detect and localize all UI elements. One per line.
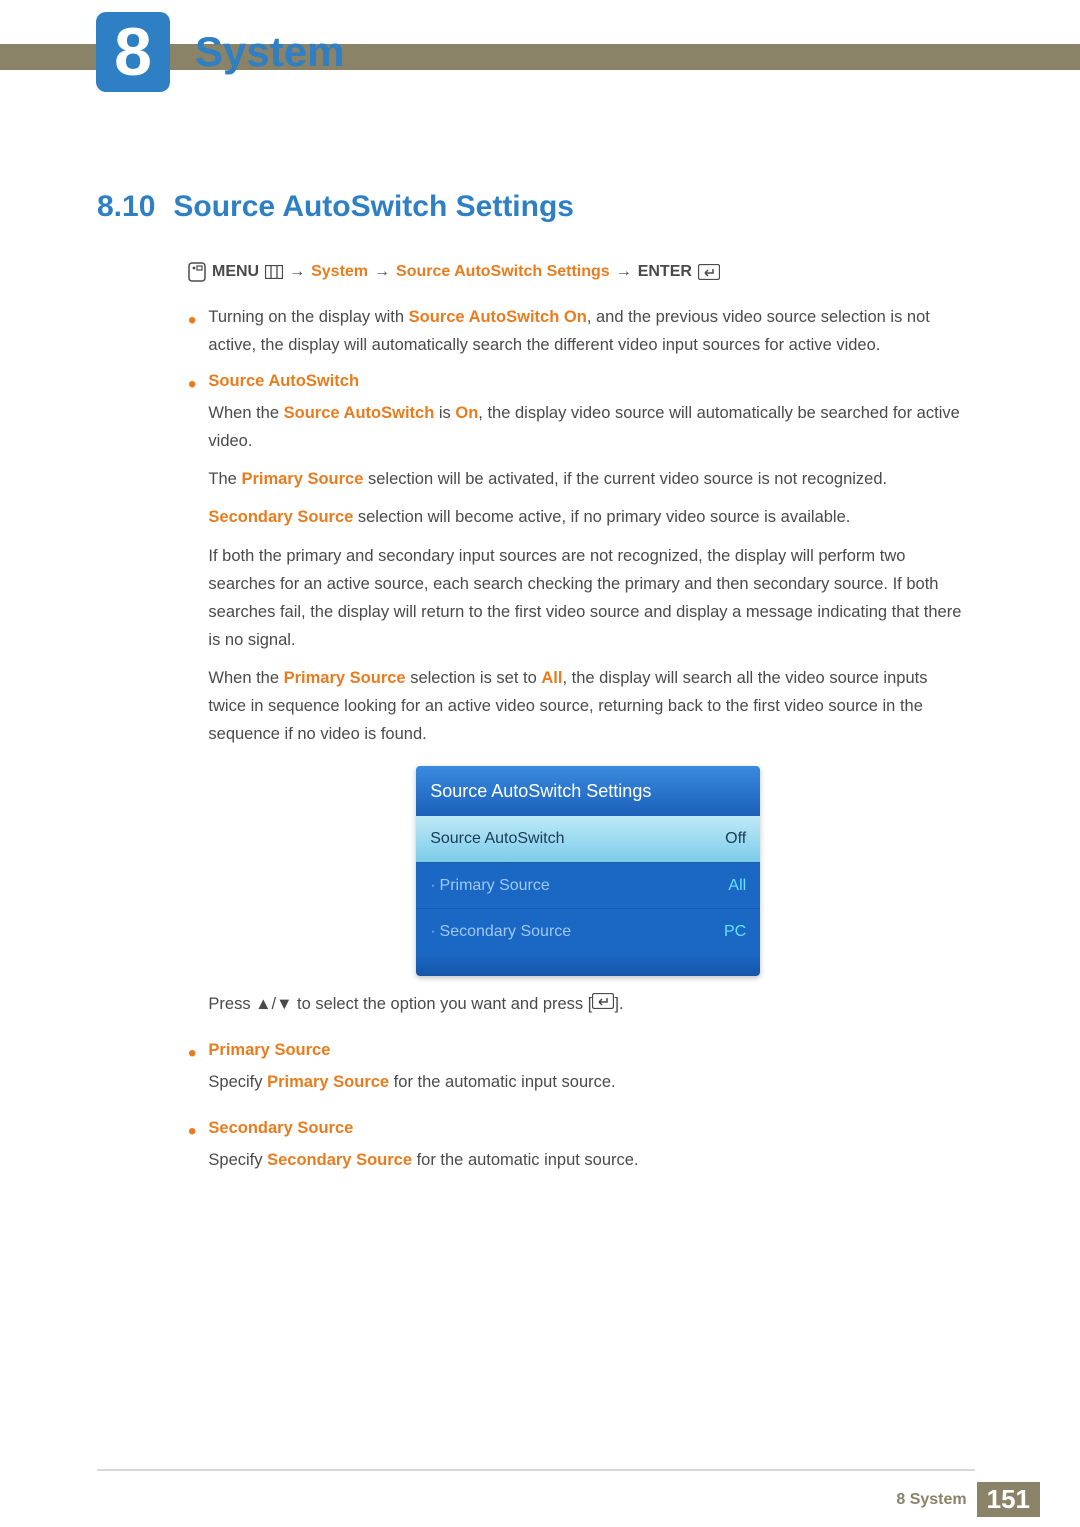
term: Source AutoSwitch bbox=[284, 404, 435, 422]
bullet-icon: • bbox=[188, 1042, 196, 1106]
intro-bullet: • Turning on the display with Source Aut… bbox=[188, 303, 968, 359]
text: When the bbox=[208, 404, 283, 422]
chapter-number: 8 bbox=[114, 18, 152, 86]
intro-text: Turning on the display with Source AutoS… bbox=[208, 303, 968, 359]
section-number: 8.10 bbox=[97, 190, 155, 223]
page-footer: 8 System 151 bbox=[896, 1482, 1040, 1517]
section-title: Source AutoSwitch Settings bbox=[173, 190, 574, 223]
enter-icon bbox=[698, 264, 720, 280]
text: Secondary Source bbox=[440, 923, 572, 940]
paragraph: Specify Secondary Source for the automat… bbox=[208, 1146, 968, 1174]
osd-row[interactable]: ·Secondary Source PC bbox=[416, 908, 760, 954]
bullet-icon: • bbox=[188, 1120, 196, 1184]
osd-panel: Source AutoSwitch Settings Source AutoSw… bbox=[416, 766, 760, 976]
content-area: MENU → System → Source AutoSwitch Settin… bbox=[188, 258, 968, 1192]
secondary-source-section: • Secondary Source Specify Secondary Sou… bbox=[188, 1114, 968, 1184]
term: Secondary Source bbox=[267, 1151, 412, 1169]
osd-label: ·Secondary Source bbox=[430, 918, 571, 945]
press-instruction: Press ▲/▼ to select the option you want … bbox=[208, 990, 968, 1018]
primary-source-section: • Primary Source Specify Primary Source … bbox=[188, 1036, 968, 1106]
text: for the automatic input source. bbox=[389, 1073, 616, 1091]
term: Primary Source bbox=[241, 470, 363, 488]
osd-value: Off bbox=[725, 825, 746, 852]
osd-value: All bbox=[728, 872, 746, 899]
path-arrow: → bbox=[289, 258, 305, 285]
bullet-icon: • bbox=[188, 309, 196, 359]
osd-value: PC bbox=[724, 918, 746, 945]
osd-footer bbox=[416, 954, 760, 976]
chapter-title: System bbox=[195, 28, 344, 76]
chapter-number-badge: 8 bbox=[96, 12, 170, 92]
paragraph: The Primary Source selection will be act… bbox=[208, 465, 968, 493]
path-arrow: → bbox=[374, 258, 390, 285]
enter-label: ENTER bbox=[638, 258, 692, 285]
term: All bbox=[541, 669, 562, 687]
paragraph: When the Source AutoSwitch is On, the di… bbox=[208, 399, 968, 455]
path-setting: Source AutoSwitch Settings bbox=[396, 258, 610, 285]
text: When the bbox=[208, 669, 283, 687]
page-number: 151 bbox=[977, 1482, 1040, 1517]
text: Press ▲/▼ to select the option you want … bbox=[208, 995, 592, 1013]
subheading: Secondary Source bbox=[208, 1114, 968, 1142]
menu-path: MENU → System → Source AutoSwitch Settin… bbox=[188, 258, 968, 285]
footer-label: 8 System bbox=[896, 1491, 966, 1509]
menu-label: MENU bbox=[212, 258, 259, 285]
enter-icon bbox=[592, 993, 614, 1009]
term: Primary Source bbox=[284, 669, 406, 687]
path-system: System bbox=[311, 258, 368, 285]
text: Turning on the display with bbox=[208, 308, 408, 326]
source-autoswitch-section: • Source AutoSwitch When the Source Auto… bbox=[188, 367, 968, 1028]
term: Primary Source bbox=[267, 1073, 389, 1091]
footer-rule bbox=[97, 1469, 975, 1471]
text: Specify bbox=[208, 1073, 267, 1091]
osd-label: Source AutoSwitch bbox=[430, 825, 564, 852]
bullet-icon: • bbox=[188, 373, 196, 1028]
text: The bbox=[208, 470, 241, 488]
subheading: Primary Source bbox=[208, 1036, 968, 1064]
osd-row[interactable]: ·Primary Source All bbox=[416, 862, 760, 908]
text: selection will be activated, if the curr… bbox=[363, 470, 887, 488]
osd-label: ·Primary Source bbox=[430, 872, 550, 899]
paragraph: If both the primary and secondary input … bbox=[208, 542, 968, 654]
osd-row-selected[interactable]: Source AutoSwitch Off bbox=[416, 816, 760, 861]
text: for the automatic input source. bbox=[412, 1151, 639, 1169]
remote-icon bbox=[188, 262, 206, 282]
text: Specify bbox=[208, 1151, 267, 1169]
term: Secondary Source bbox=[208, 508, 353, 526]
text: selection is set to bbox=[406, 669, 542, 687]
osd-title: Source AutoSwitch Settings bbox=[416, 766, 760, 817]
subheading: Source AutoSwitch bbox=[208, 367, 968, 395]
term: On bbox=[455, 404, 478, 422]
section-heading: 8.10 Source AutoSwitch Settings bbox=[97, 190, 574, 224]
text: is bbox=[434, 404, 455, 422]
paragraph: Secondary Source selection will become a… bbox=[208, 503, 968, 531]
term: Source AutoSwitch On bbox=[409, 308, 587, 326]
menu-grid-icon bbox=[265, 265, 283, 279]
text: selection will become active, if no prim… bbox=[353, 508, 850, 526]
text: Primary Source bbox=[440, 877, 550, 894]
paragraph: Specify Primary Source for the automatic… bbox=[208, 1068, 968, 1096]
paragraph: When the Primary Source selection is set… bbox=[208, 664, 968, 748]
text: ]. bbox=[614, 995, 623, 1013]
path-arrow: → bbox=[616, 258, 632, 285]
